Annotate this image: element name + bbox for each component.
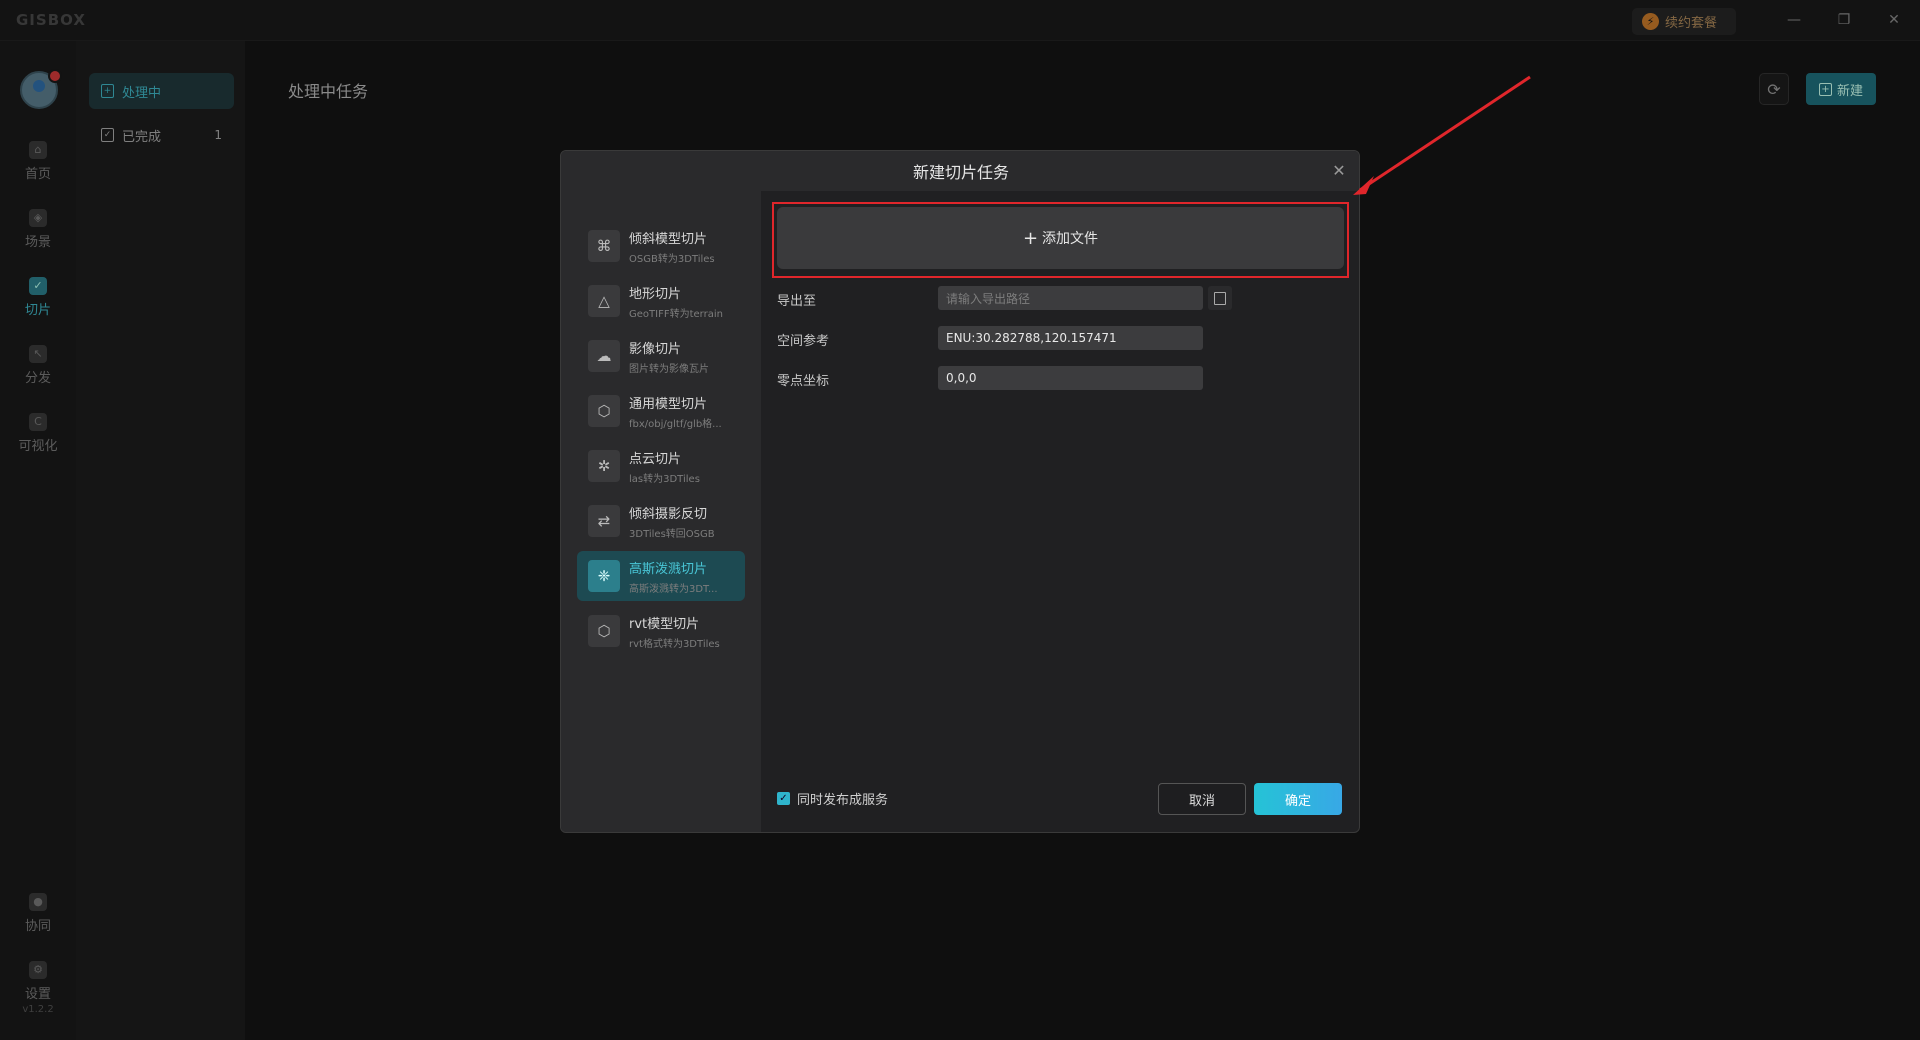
arrow-line [1359, 75, 1531, 192]
arrow-head [1353, 176, 1374, 195]
annotation-arrow [1353, 75, 1531, 195]
